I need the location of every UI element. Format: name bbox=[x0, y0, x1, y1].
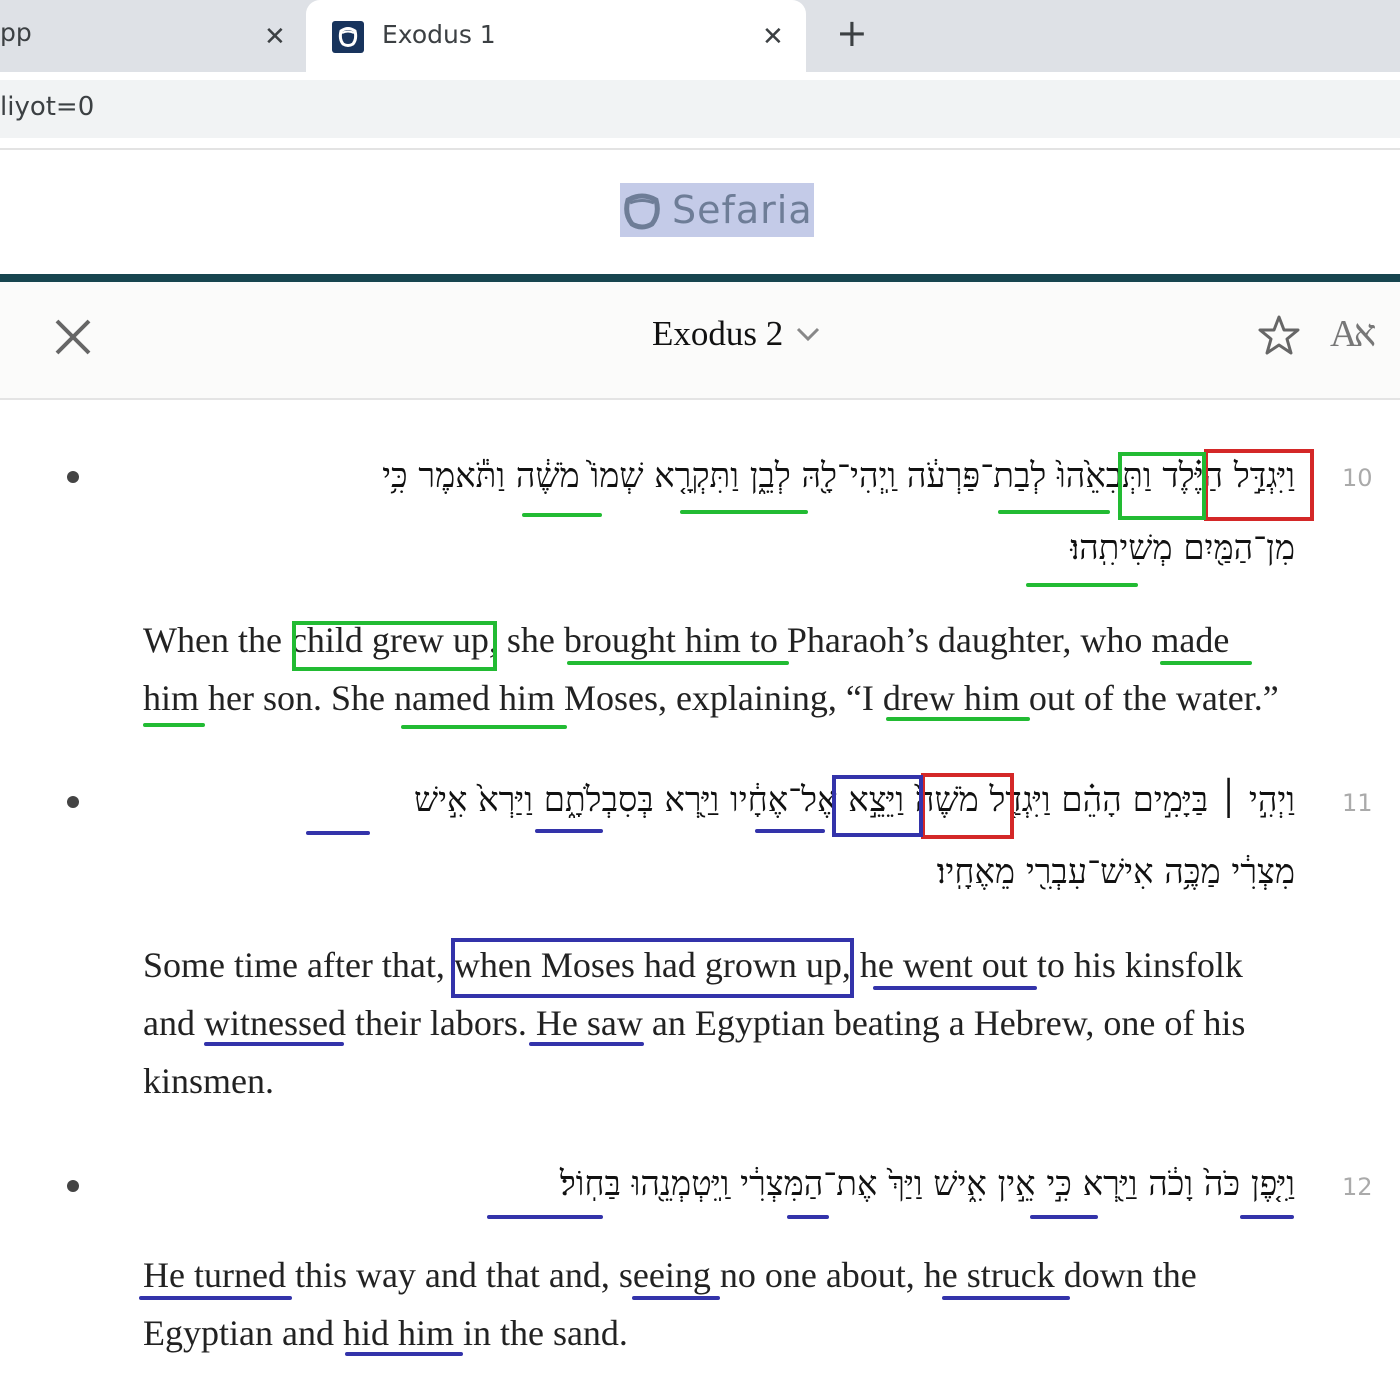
highlight-box-blue bbox=[451, 938, 854, 998]
highlight-underline bbox=[680, 510, 808, 514]
highlight-underline bbox=[522, 513, 602, 517]
verse-english-line[interactable]: Egyptian and hid him in the sand. bbox=[143, 1312, 628, 1354]
highlight-underline bbox=[204, 1042, 344, 1046]
highlight-underline bbox=[886, 717, 1030, 721]
highlight-underline bbox=[529, 1042, 644, 1046]
highlight-underline bbox=[632, 1296, 720, 1300]
address-bar-url[interactable]: liyot=0 bbox=[0, 92, 94, 122]
verse-english-line[interactable]: kinsmen. bbox=[143, 1060, 274, 1102]
verse-bullet bbox=[67, 471, 79, 483]
highlight-underline bbox=[306, 831, 370, 835]
verse-number[interactable]: 10 bbox=[1342, 464, 1373, 492]
verse-hebrew-line[interactable]: מִצְרִ֔י מַכֶּ֥ה אִישׁ־עִבְרִ֖י מֵאֶחָֽי… bbox=[700, 852, 1295, 892]
sefaria-logo-text: Sefaria bbox=[672, 188, 813, 232]
verse-hebrew-line[interactable]: מִן־הַמַּ֖יִם מְשִׁיתִֽהוּ׃ bbox=[700, 528, 1295, 568]
tab-active-title: Exodus 1 bbox=[382, 20, 496, 49]
tab-previous-close-icon[interactable]: ✕ bbox=[264, 24, 286, 50]
highlight-underline bbox=[139, 1296, 292, 1300]
verse-number[interactable]: 12 bbox=[1342, 1173, 1373, 1201]
verse-english-line[interactable]: him her son. She named him Moses, explai… bbox=[143, 677, 1279, 719]
chevron-down-icon bbox=[797, 327, 820, 342]
tab-active-close-icon[interactable]: ✕ bbox=[762, 24, 784, 50]
highlight-box-green bbox=[292, 621, 497, 671]
highlight-underline bbox=[787, 1215, 829, 1219]
header-divider bbox=[0, 274, 1400, 282]
sefaria-logo[interactable]: Sefaria bbox=[620, 183, 814, 237]
highlight-box-red bbox=[921, 773, 1014, 839]
reader-title-text: Exodus 2 bbox=[652, 314, 784, 353]
highlight-underline bbox=[487, 1215, 603, 1219]
verse-bullet bbox=[67, 1180, 79, 1192]
verse-bullet bbox=[67, 796, 79, 808]
highlight-underline bbox=[535, 829, 603, 833]
highlight-underline bbox=[1160, 661, 1252, 665]
highlight-underline bbox=[567, 661, 789, 665]
highlight-box-red bbox=[1204, 449, 1314, 521]
text-display-options-icon[interactable]: Aא bbox=[1330, 312, 1376, 356]
tab-previous-label[interactable]: pp bbox=[0, 18, 32, 47]
verse-hebrew-line[interactable]: וַיְהִ֣י ׀ בַּיָּמִ֣ים הָהֵ֗ם וַיִּגְדַּ… bbox=[200, 780, 1295, 820]
highlight-underline bbox=[401, 725, 567, 729]
highlight-underline bbox=[1030, 1215, 1098, 1219]
highlight-underline bbox=[998, 510, 1110, 514]
highlight-underline bbox=[1026, 583, 1138, 587]
highlight-underline bbox=[755, 829, 825, 833]
tab-active[interactable] bbox=[306, 0, 806, 80]
address-bar[interactable] bbox=[0, 80, 1400, 138]
new-tab-button[interactable]: + bbox=[836, 14, 868, 52]
verse-hebrew-line[interactable]: וַיִּ֤פֶן כֹּה֙ וָכֹ֔ה וַיַּ֖רְא כִּ֣י א… bbox=[360, 1164, 1295, 1204]
verse-number[interactable]: 11 bbox=[1342, 789, 1373, 817]
highlight-underline bbox=[345, 1352, 463, 1356]
highlight-underline bbox=[873, 986, 1037, 990]
sefaria-favicon-icon bbox=[332, 21, 364, 53]
close-reader-icon[interactable] bbox=[52, 316, 94, 363]
highlight-underline bbox=[1240, 1215, 1294, 1219]
highlight-underline bbox=[942, 1296, 1070, 1300]
highlight-underline bbox=[143, 723, 205, 727]
bookmark-star-icon[interactable] bbox=[1258, 314, 1300, 361]
highlight-box-blue bbox=[832, 775, 923, 837]
reader-title[interactable]: Exodus 2 bbox=[652, 314, 821, 354]
highlight-box-green bbox=[1118, 452, 1206, 520]
verse-english-line[interactable]: and witnessed their labors. He saw an Eg… bbox=[143, 1002, 1245, 1044]
sefaria-logo-icon bbox=[624, 193, 660, 230]
verse-english-line[interactable]: He turned this way and that and, seeing … bbox=[143, 1254, 1197, 1296]
